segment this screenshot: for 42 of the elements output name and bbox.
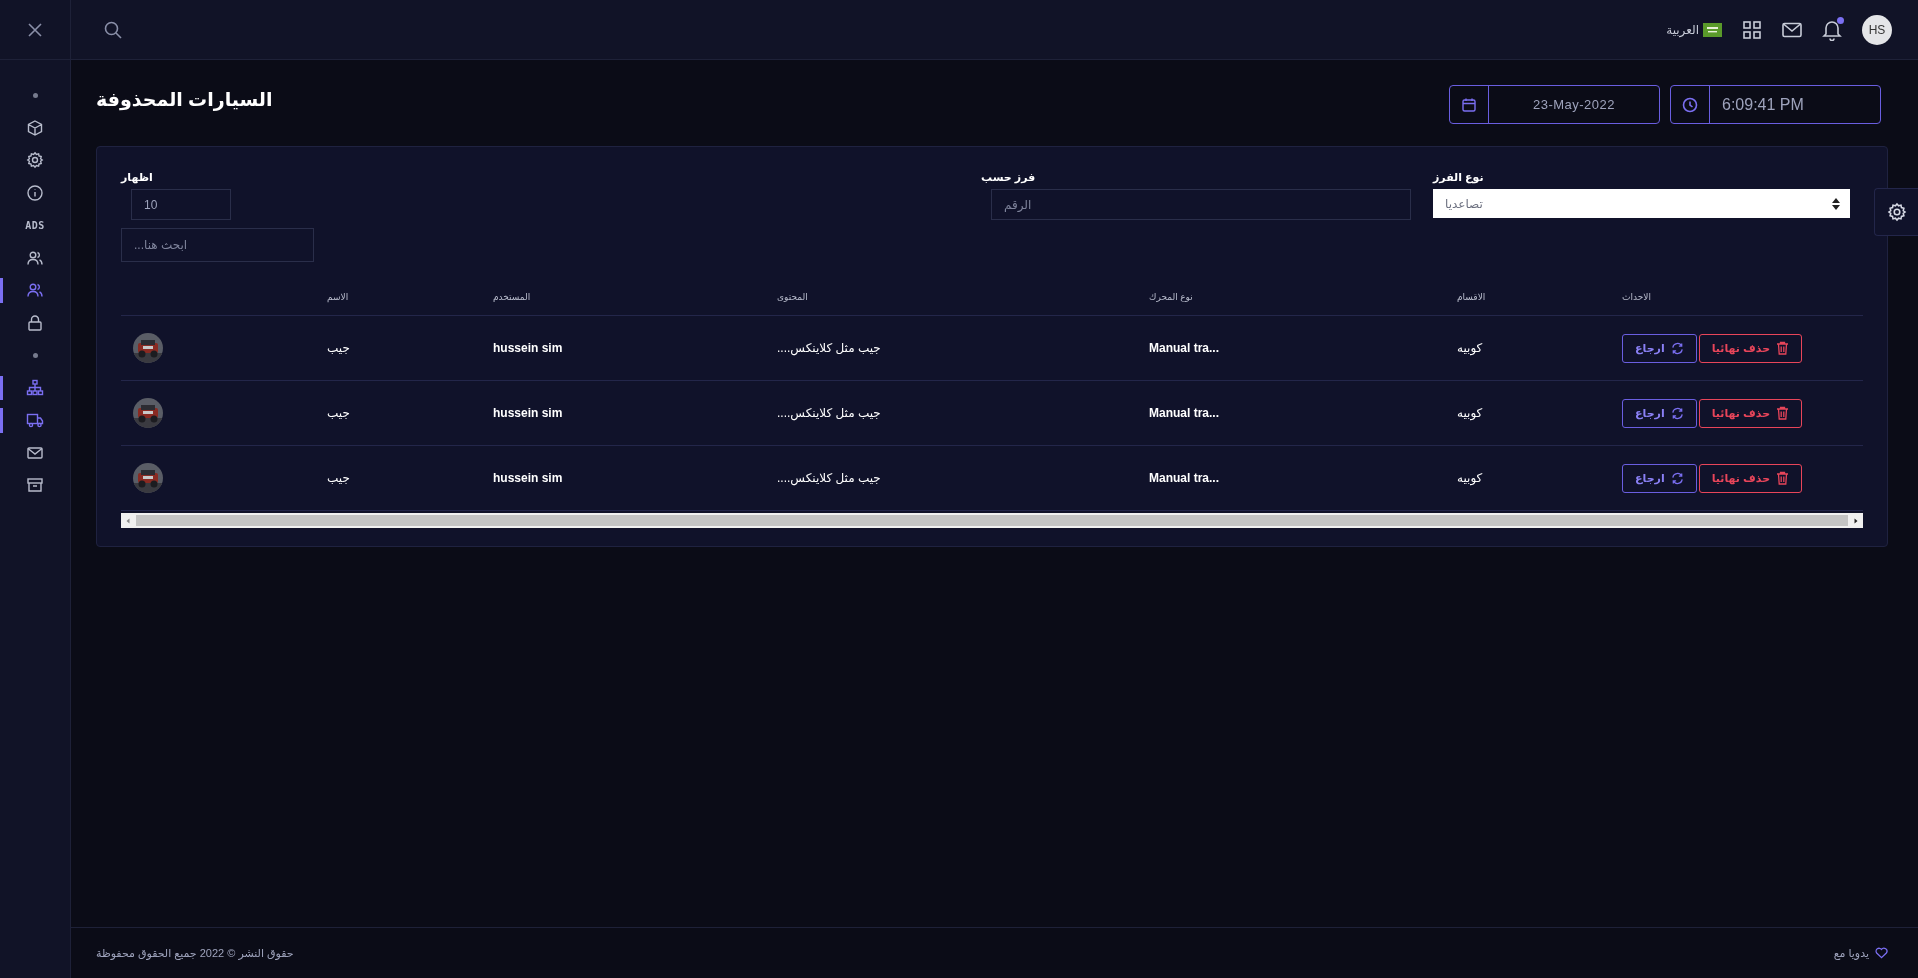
column-header: الاسم	[327, 292, 349, 302]
table-cell: كوبيه	[1457, 341, 1483, 355]
table-cell: hussein sim	[493, 341, 563, 355]
page-size-field[interactable]: 10	[131, 189, 231, 220]
column-header: المستخدم	[493, 292, 531, 302]
table-cell: Manual tra...	[1149, 406, 1219, 420]
table-cell: hussein sim	[493, 471, 563, 485]
time-field[interactable]: 6:09:41 PM	[1670, 85, 1881, 124]
search-field[interactable]: ...ابحث هنا	[121, 228, 314, 262]
column-header: المحتوى	[777, 292, 808, 302]
column-header: الاقسام	[1457, 292, 1486, 302]
table-cell: ....جيب مثل كلاينكس	[777, 341, 881, 355]
table-cell: hussein sim	[493, 406, 563, 420]
field-label: فرز حسب	[981, 171, 1037, 184]
page-title: السيارات المحذوفة	[96, 88, 273, 111]
credit-text: يدويا مع	[1833, 946, 1869, 960]
table-cell: جيب	[327, 341, 350, 355]
sort-by-field[interactable]: الرقم	[991, 189, 1411, 220]
table-cell: كوبيه	[1457, 406, 1483, 420]
table-cell: جيب	[327, 471, 350, 485]
delete-button[interactable]: حذف نهائيا	[1698, 333, 1803, 363]
table-cell: كوبيه	[1457, 471, 1483, 485]
restore-button[interactable]: ارجاع	[1622, 398, 1697, 428]
date-field[interactable]: 23-May-2022	[1449, 85, 1660, 124]
table-cell: ....جيب مثل كلاينكس	[777, 471, 881, 485]
table-cell: جيب	[327, 406, 350, 420]
user-avatar[interactable]: HS	[1862, 14, 1892, 45]
column-header: نوع المحرك	[1149, 292, 1193, 302]
language-selector[interactable]: العربية	[1666, 22, 1699, 37]
column-header: الاحداث	[1622, 292, 1651, 302]
delete-button[interactable]: حذف نهائيا	[1698, 398, 1803, 428]
field-label: نوع الفرز	[1433, 171, 1485, 184]
delete-button[interactable]: حذف نهائيا	[1698, 463, 1803, 493]
section-label: ADS	[25, 219, 45, 231]
sort-type-select[interactable]: تصاعديا	[1433, 189, 1850, 218]
restore-button[interactable]: ارجاع	[1622, 333, 1697, 363]
table-cell: Manual tra...	[1149, 471, 1219, 485]
copyright-text: حقوق النشر © 2022 جميع الحقوق محفوظة	[96, 946, 294, 960]
field-label: اظهار	[121, 171, 153, 184]
table-cell: Manual tra...	[1149, 341, 1219, 355]
restore-button[interactable]: ارجاع	[1622, 463, 1697, 493]
table-cell: ....جيب مثل كلاينكس	[777, 406, 881, 420]
